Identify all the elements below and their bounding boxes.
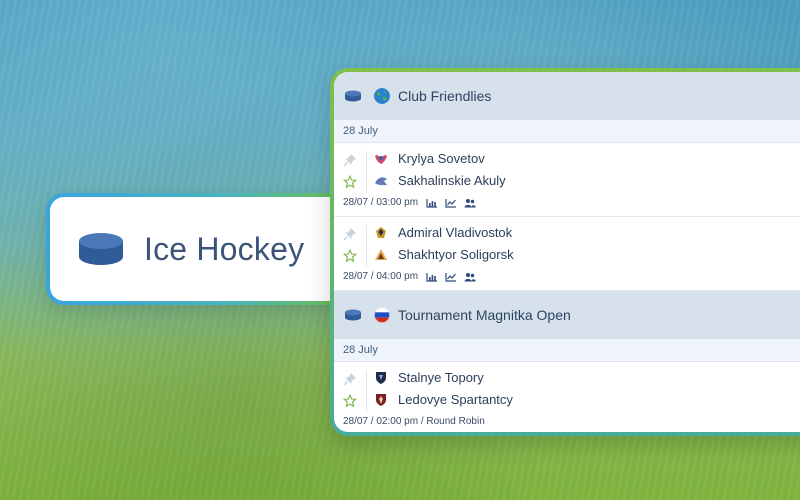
league-header[interactable]: Tournament Magnitka Open (334, 291, 800, 339)
match-row[interactable]: Stalnye Topory Ledovye Spartantcy 28/07 … (334, 362, 800, 432)
team-name: Krylya Sovetov (398, 151, 485, 166)
away-team[interactable]: Ledovye Spartantcy (374, 392, 513, 407)
match-time: 28/07 / 02:00 pm / Round Robin (343, 416, 485, 427)
team-logo-icon (376, 393, 386, 406)
matches-panel: Club Friendlies 28 July Krylya Sovetov S… (330, 68, 800, 436)
lineup-icon[interactable] (464, 272, 476, 282)
russia-flag-icon (374, 307, 390, 323)
team-logo-icon (375, 176, 387, 185)
divider (366, 151, 367, 193)
team-name: Shakhtyor Soligorsk (398, 247, 514, 262)
away-team[interactable]: Sakhalinskie Akuly (374, 173, 506, 188)
pin-icon[interactable] (343, 372, 357, 386)
match-meta: 28/07 / 02:00 pm / Round Robin (343, 416, 485, 427)
team-name: Ledovye Spartantcy (398, 392, 513, 407)
league-name: Tournament Magnitka Open (398, 307, 571, 323)
team-name: Stalnye Topory (398, 370, 484, 385)
matches-panel-body: Club Friendlies 28 July Krylya Sovetov S… (334, 72, 800, 432)
stats-icon[interactable] (426, 272, 438, 282)
match-row[interactable]: Admiral Vladivostok Shakhtyor Soligorsk … (334, 217, 800, 291)
favorite-star-icon[interactable] (343, 175, 357, 189)
globe-flag-icon (374, 88, 390, 104)
sport-card[interactable]: Ice Hockey (46, 193, 346, 305)
home-team[interactable]: Stalnye Topory (374, 370, 484, 385)
match-row[interactable]: Krylya Sovetov Sakhalinskie Akuly 28/07 … (334, 143, 800, 217)
date-row: 28 July (334, 339, 800, 362)
favorite-star-icon[interactable] (343, 249, 357, 263)
date-row: 28 July (334, 120, 800, 143)
sport-card-body: Ice Hockey (50, 197, 342, 301)
team-logo-icon (376, 226, 386, 238)
home-team[interactable]: Krylya Sovetov (374, 151, 485, 166)
team-logo-icon (375, 248, 387, 260)
team-logo-icon (376, 371, 386, 384)
stats-icon[interactable] (426, 198, 438, 208)
divider (366, 370, 367, 412)
team-name: Sakhalinskie Akuly (398, 173, 506, 188)
match-meta: 28/07 / 03:00 pm (343, 197, 483, 208)
team-logo-icon (375, 154, 387, 164)
favorite-star-icon[interactable] (343, 394, 357, 408)
trend-icon[interactable] (445, 198, 457, 208)
puck-icon (345, 90, 361, 102)
puck-icon (79, 233, 123, 265)
sport-title: Ice Hockey (144, 230, 305, 267)
trend-icon[interactable] (445, 272, 457, 282)
puck-icon (345, 309, 361, 321)
team-name: Admiral Vladivostok (398, 225, 513, 240)
pin-icon[interactable] (343, 153, 357, 167)
pin-icon[interactable] (343, 227, 357, 241)
match-time: 28/07 / 03:00 pm (343, 197, 419, 208)
league-name: Club Friendlies (398, 88, 492, 104)
home-team[interactable]: Admiral Vladivostok (374, 225, 512, 240)
divider (366, 225, 367, 267)
match-time: 28/07 / 04:00 pm (343, 271, 419, 282)
lineup-icon[interactable] (464, 198, 476, 208)
away-team[interactable]: Shakhtyor Soligorsk (374, 247, 514, 262)
league-header[interactable]: Club Friendlies (334, 72, 800, 120)
match-meta: 28/07 / 04:00 pm (343, 271, 483, 282)
